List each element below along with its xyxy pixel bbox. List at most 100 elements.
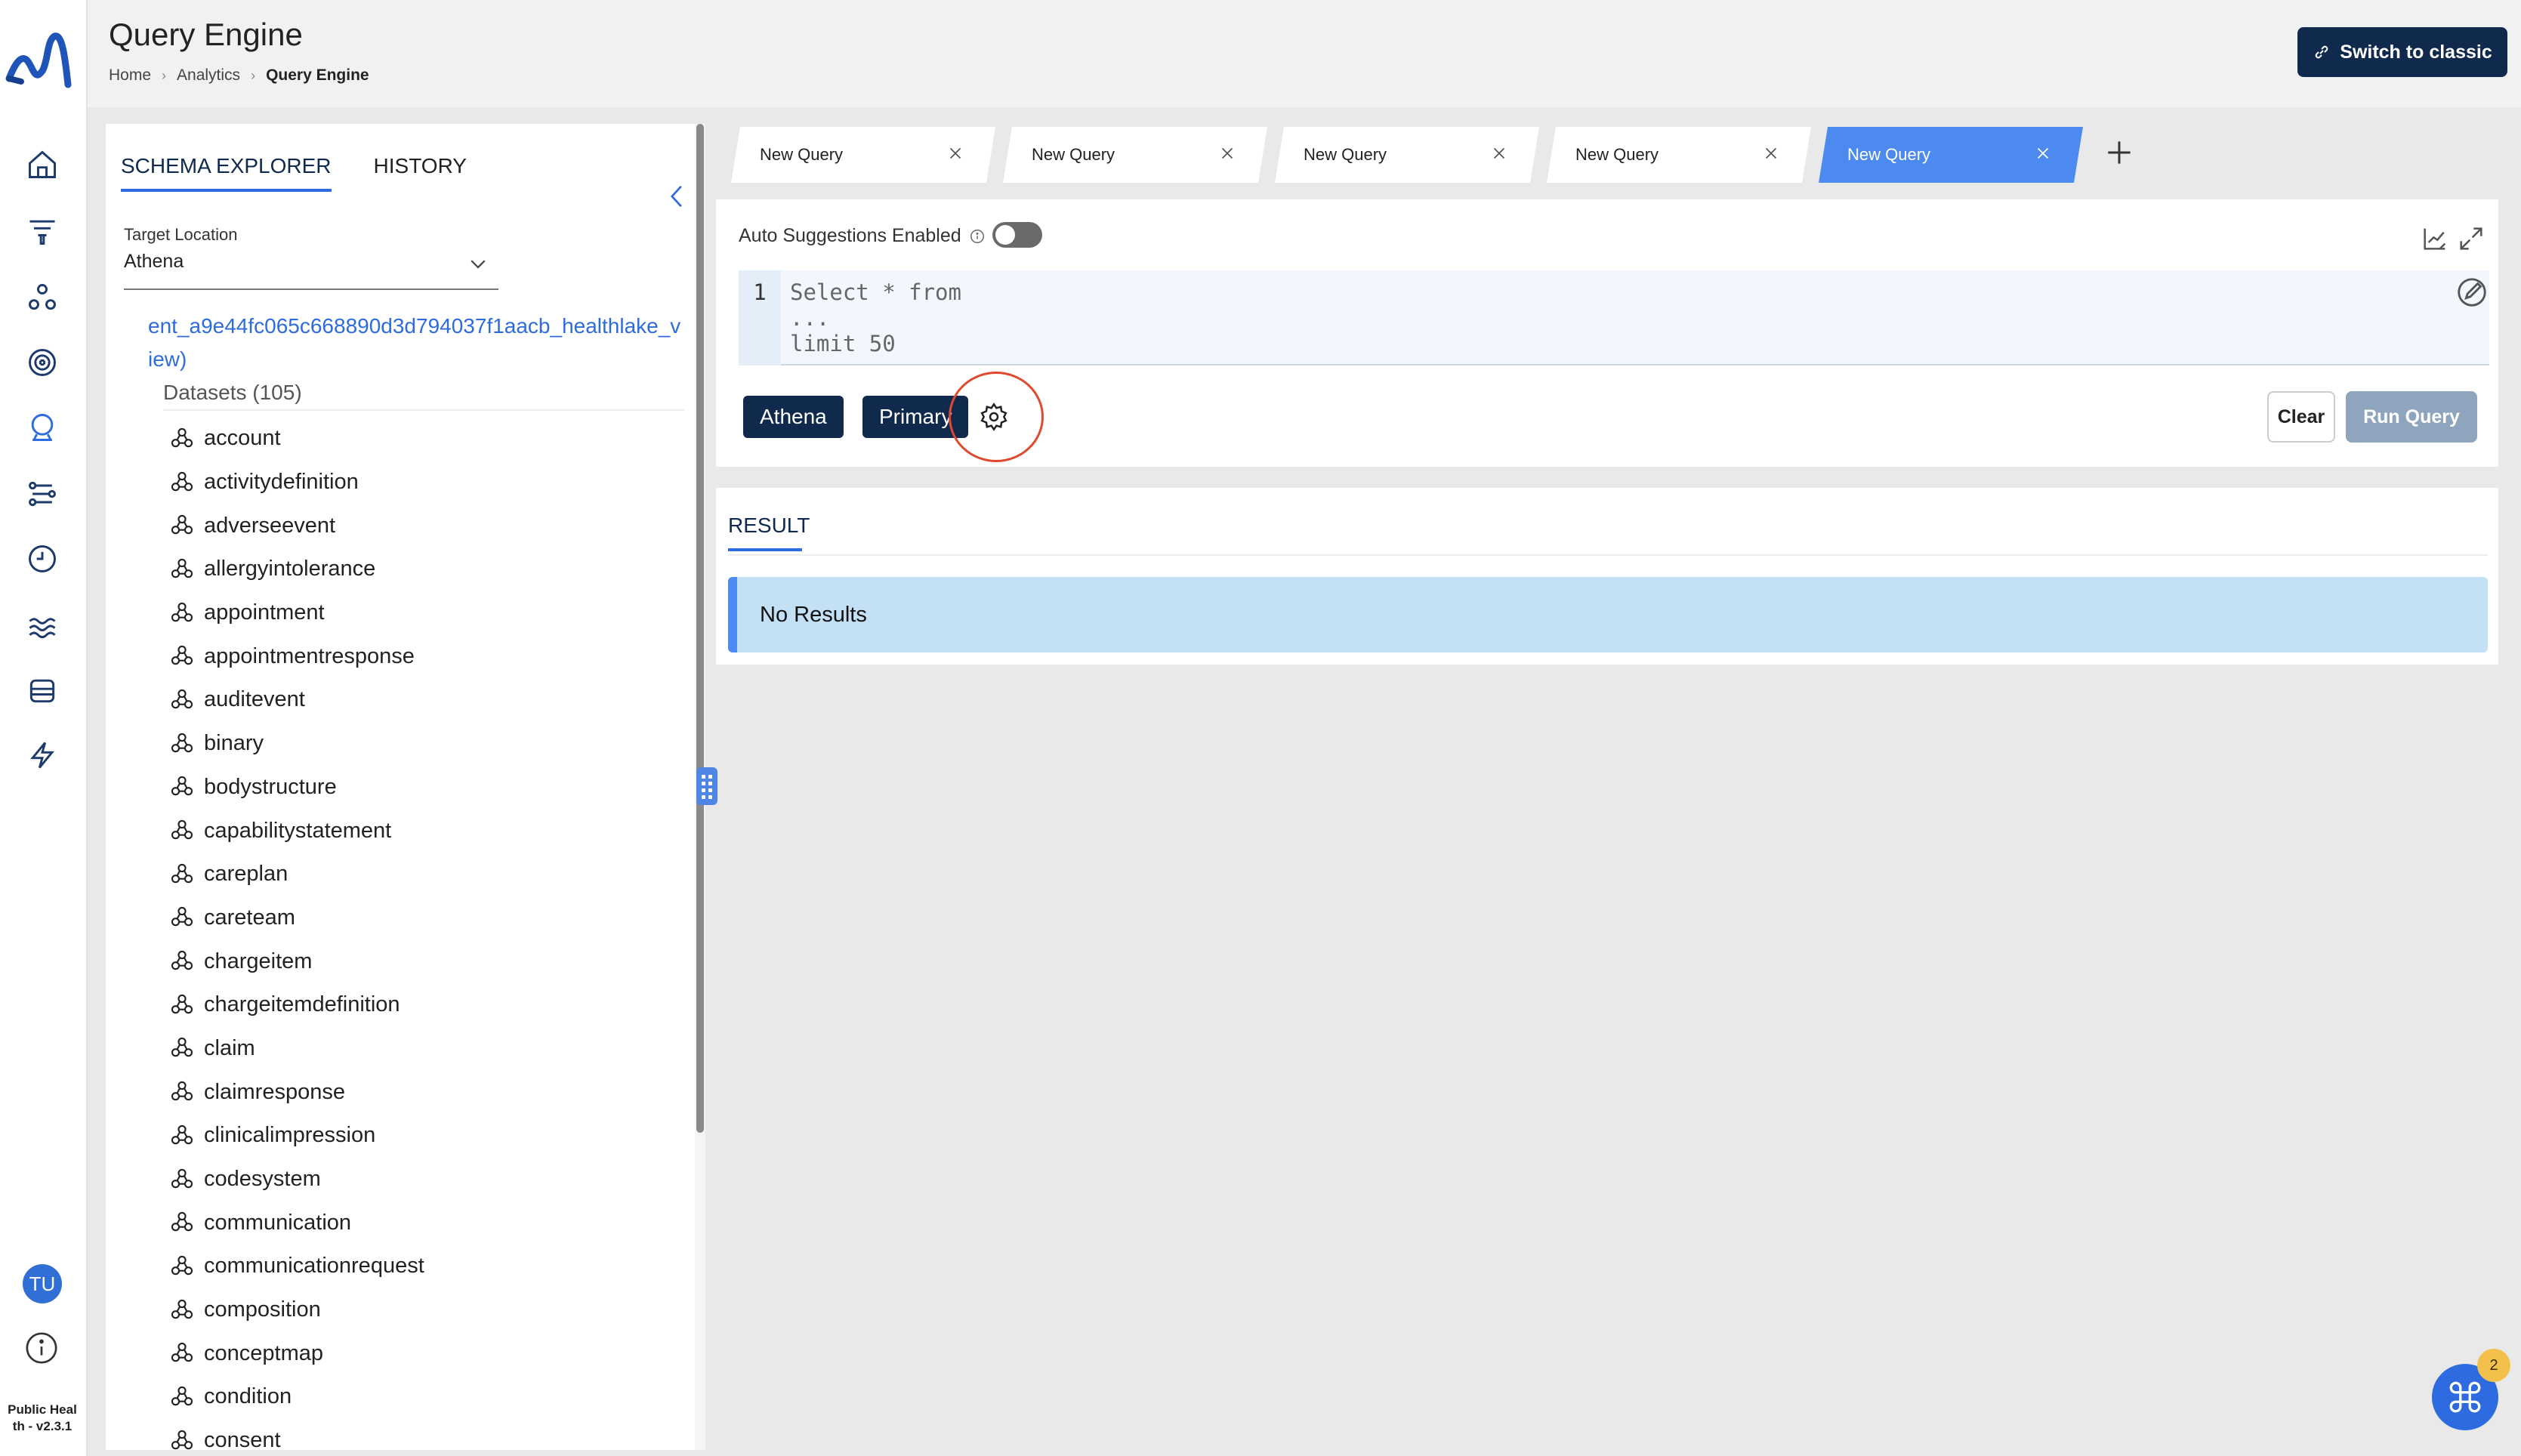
dataset-item[interactable]: appointment: [169, 591, 424, 635]
chevron-right-icon: ›: [251, 67, 256, 83]
query-icon[interactable]: [26, 411, 59, 444]
tab-result[interactable]: RESULT: [728, 514, 810, 551]
switch-to-classic-label: Switch to classic: [2340, 41, 2492, 63]
dataset-name: conceptmap: [204, 1340, 323, 1365]
dataset-name: claimresponse: [204, 1079, 345, 1104]
query-tab-label: New Query: [1847, 145, 1931, 164]
workflow-icon[interactable]: [26, 477, 59, 511]
auto-suggestions-row: Auto Suggestions Enabled: [739, 225, 986, 247]
panel-resize-handle[interactable]: [696, 767, 717, 805]
dataset-icon: [171, 1124, 193, 1145]
switch-to-classic-button[interactable]: Switch to classic: [2297, 27, 2507, 77]
query-tab[interactable]: New Query: [1275, 127, 1539, 183]
clock-icon[interactable]: [26, 542, 59, 575]
dataset-icon: [171, 602, 193, 622]
dataset-name: careplan: [204, 862, 289, 887]
dataset-name: allergyintolerance: [204, 557, 376, 581]
result-divider: [728, 554, 2488, 556]
app-logo-icon[interactable]: [5, 26, 73, 91]
clear-button[interactable]: Clear: [2267, 391, 2335, 443]
explorer-tabs: SCHEMA EXPLORER HISTORY: [121, 154, 467, 192]
dataset-item[interactable]: codesystem: [169, 1158, 424, 1202]
database-name-link[interactable]: ent_a9e44fc065c668890d3d794037f1aacb_hea…: [148, 310, 684, 376]
chart-edit-icon[interactable]: [2420, 224, 2450, 254]
dataset-item[interactable]: capabilitystatement: [169, 809, 424, 853]
dataset-item[interactable]: composition: [169, 1288, 424, 1332]
auto-suggestions-label: Auto Suggestions Enabled: [739, 225, 961, 246]
tab-history[interactable]: HISTORY: [374, 154, 467, 192]
format-code-icon[interactable]: [2455, 275, 2489, 310]
waves-icon[interactable]: [26, 609, 59, 642]
dataset-item[interactable]: communication: [169, 1201, 424, 1245]
dataset-item[interactable]: claim: [169, 1027, 424, 1071]
database-icon[interactable]: [26, 674, 59, 707]
add-tab-icon[interactable]: [2103, 136, 2136, 169]
dataset-item[interactable]: conceptmap: [169, 1331, 424, 1375]
bolt-icon[interactable]: [26, 739, 59, 772]
dataset-icon: [171, 689, 193, 709]
code-line: Select * from: [790, 279, 961, 305]
dataset-item[interactable]: adverseevent: [169, 504, 424, 548]
datasets-heading[interactable]: Datasets (105): [163, 381, 684, 411]
dataset-item[interactable]: chargeitem: [169, 939, 424, 983]
network-icon[interactable]: [26, 281, 59, 314]
dataset-item[interactable]: appointmentresponse: [169, 634, 424, 678]
expand-icon[interactable]: [2456, 224, 2486, 254]
home-icon[interactable]: [26, 148, 59, 181]
dataset-item[interactable]: careplan: [169, 853, 424, 896]
chevron-left-icon[interactable]: [666, 183, 689, 210]
target-icon[interactable]: [26, 346, 59, 379]
dataset-item[interactable]: auditevent: [169, 678, 424, 722]
result-card: RESULT No Results: [716, 488, 2498, 665]
dataset-item[interactable]: careteam: [169, 896, 424, 940]
engine-chip[interactable]: Athena: [743, 396, 844, 438]
dataset-item[interactable]: consent: [169, 1419, 424, 1450]
dataset-icon: [171, 1430, 193, 1449]
dataset-icon: [171, 646, 193, 665]
dataset-item[interactable]: account: [169, 417, 424, 461]
dataset-item[interactable]: communicationrequest: [169, 1245, 424, 1288]
auto-suggestions-toggle[interactable]: [992, 222, 1042, 248]
dataset-item[interactable]: chargeitemdefinition: [169, 983, 424, 1027]
query-tabs: New Query New Query New Query New Query New …: [731, 127, 2083, 183]
dataset-item[interactable]: clinicalimpression: [169, 1114, 424, 1158]
dataset-item[interactable]: binary: [169, 722, 424, 766]
dataset-item[interactable]: condition: [169, 1375, 424, 1419]
breadcrumb-analytics[interactable]: Analytics: [177, 66, 240, 85]
nav-rail: TU Public Heal th - v2.3.1: [0, 0, 88, 1456]
info-icon[interactable]: [969, 228, 986, 245]
run-query-button[interactable]: Run Query: [2346, 391, 2477, 443]
dataset-name: codesystem: [204, 1167, 321, 1192]
close-icon[interactable]: [1217, 143, 1237, 163]
query-tab[interactable]: New Query: [731, 127, 995, 183]
query-tab[interactable]: New Query: [1003, 127, 1267, 183]
dataset-name: composition: [204, 1297, 321, 1322]
tab-schema-explorer[interactable]: SCHEMA EXPLORER: [121, 154, 332, 192]
query-tab-label: New Query: [760, 145, 844, 164]
close-icon[interactable]: [1761, 143, 1781, 163]
info-icon[interactable]: [24, 1331, 59, 1365]
query-tab[interactable]: New Query: [1547, 127, 1811, 183]
dataset-name: chargeitemdefinition: [204, 992, 400, 1017]
funnel-icon[interactable]: [26, 214, 59, 248]
user-avatar[interactable]: TU: [23, 1264, 62, 1303]
dataset-icon: [171, 558, 193, 578]
explorer-scrollbar-thumb[interactable]: [696, 124, 704, 1133]
target-location-select[interactable]: Athena: [124, 251, 498, 290]
close-icon[interactable]: [2033, 143, 2053, 163]
close-icon[interactable]: [1489, 143, 1509, 163]
dataset-item[interactable]: activitydefinition: [169, 461, 424, 504]
dataset-item[interactable]: claimresponse: [169, 1070, 424, 1114]
dataset-item[interactable]: bodystructure: [169, 766, 424, 810]
dataset-icon: [171, 1212, 193, 1232]
dataset-item[interactable]: allergyintolerance: [169, 548, 424, 591]
dataset-icon: [171, 515, 193, 535]
dataset-icon: [171, 1386, 193, 1406]
sql-editor[interactable]: 1 Select * from ... limit 50: [739, 270, 2489, 366]
chevron-right-icon: ›: [162, 67, 167, 83]
query-tab[interactable]: New Query: [1819, 127, 2083, 183]
breadcrumb-home[interactable]: Home: [109, 66, 151, 85]
close-icon[interactable]: [946, 143, 965, 163]
dataset-icon: [171, 1255, 193, 1276]
dataset-icon: [171, 950, 193, 970]
